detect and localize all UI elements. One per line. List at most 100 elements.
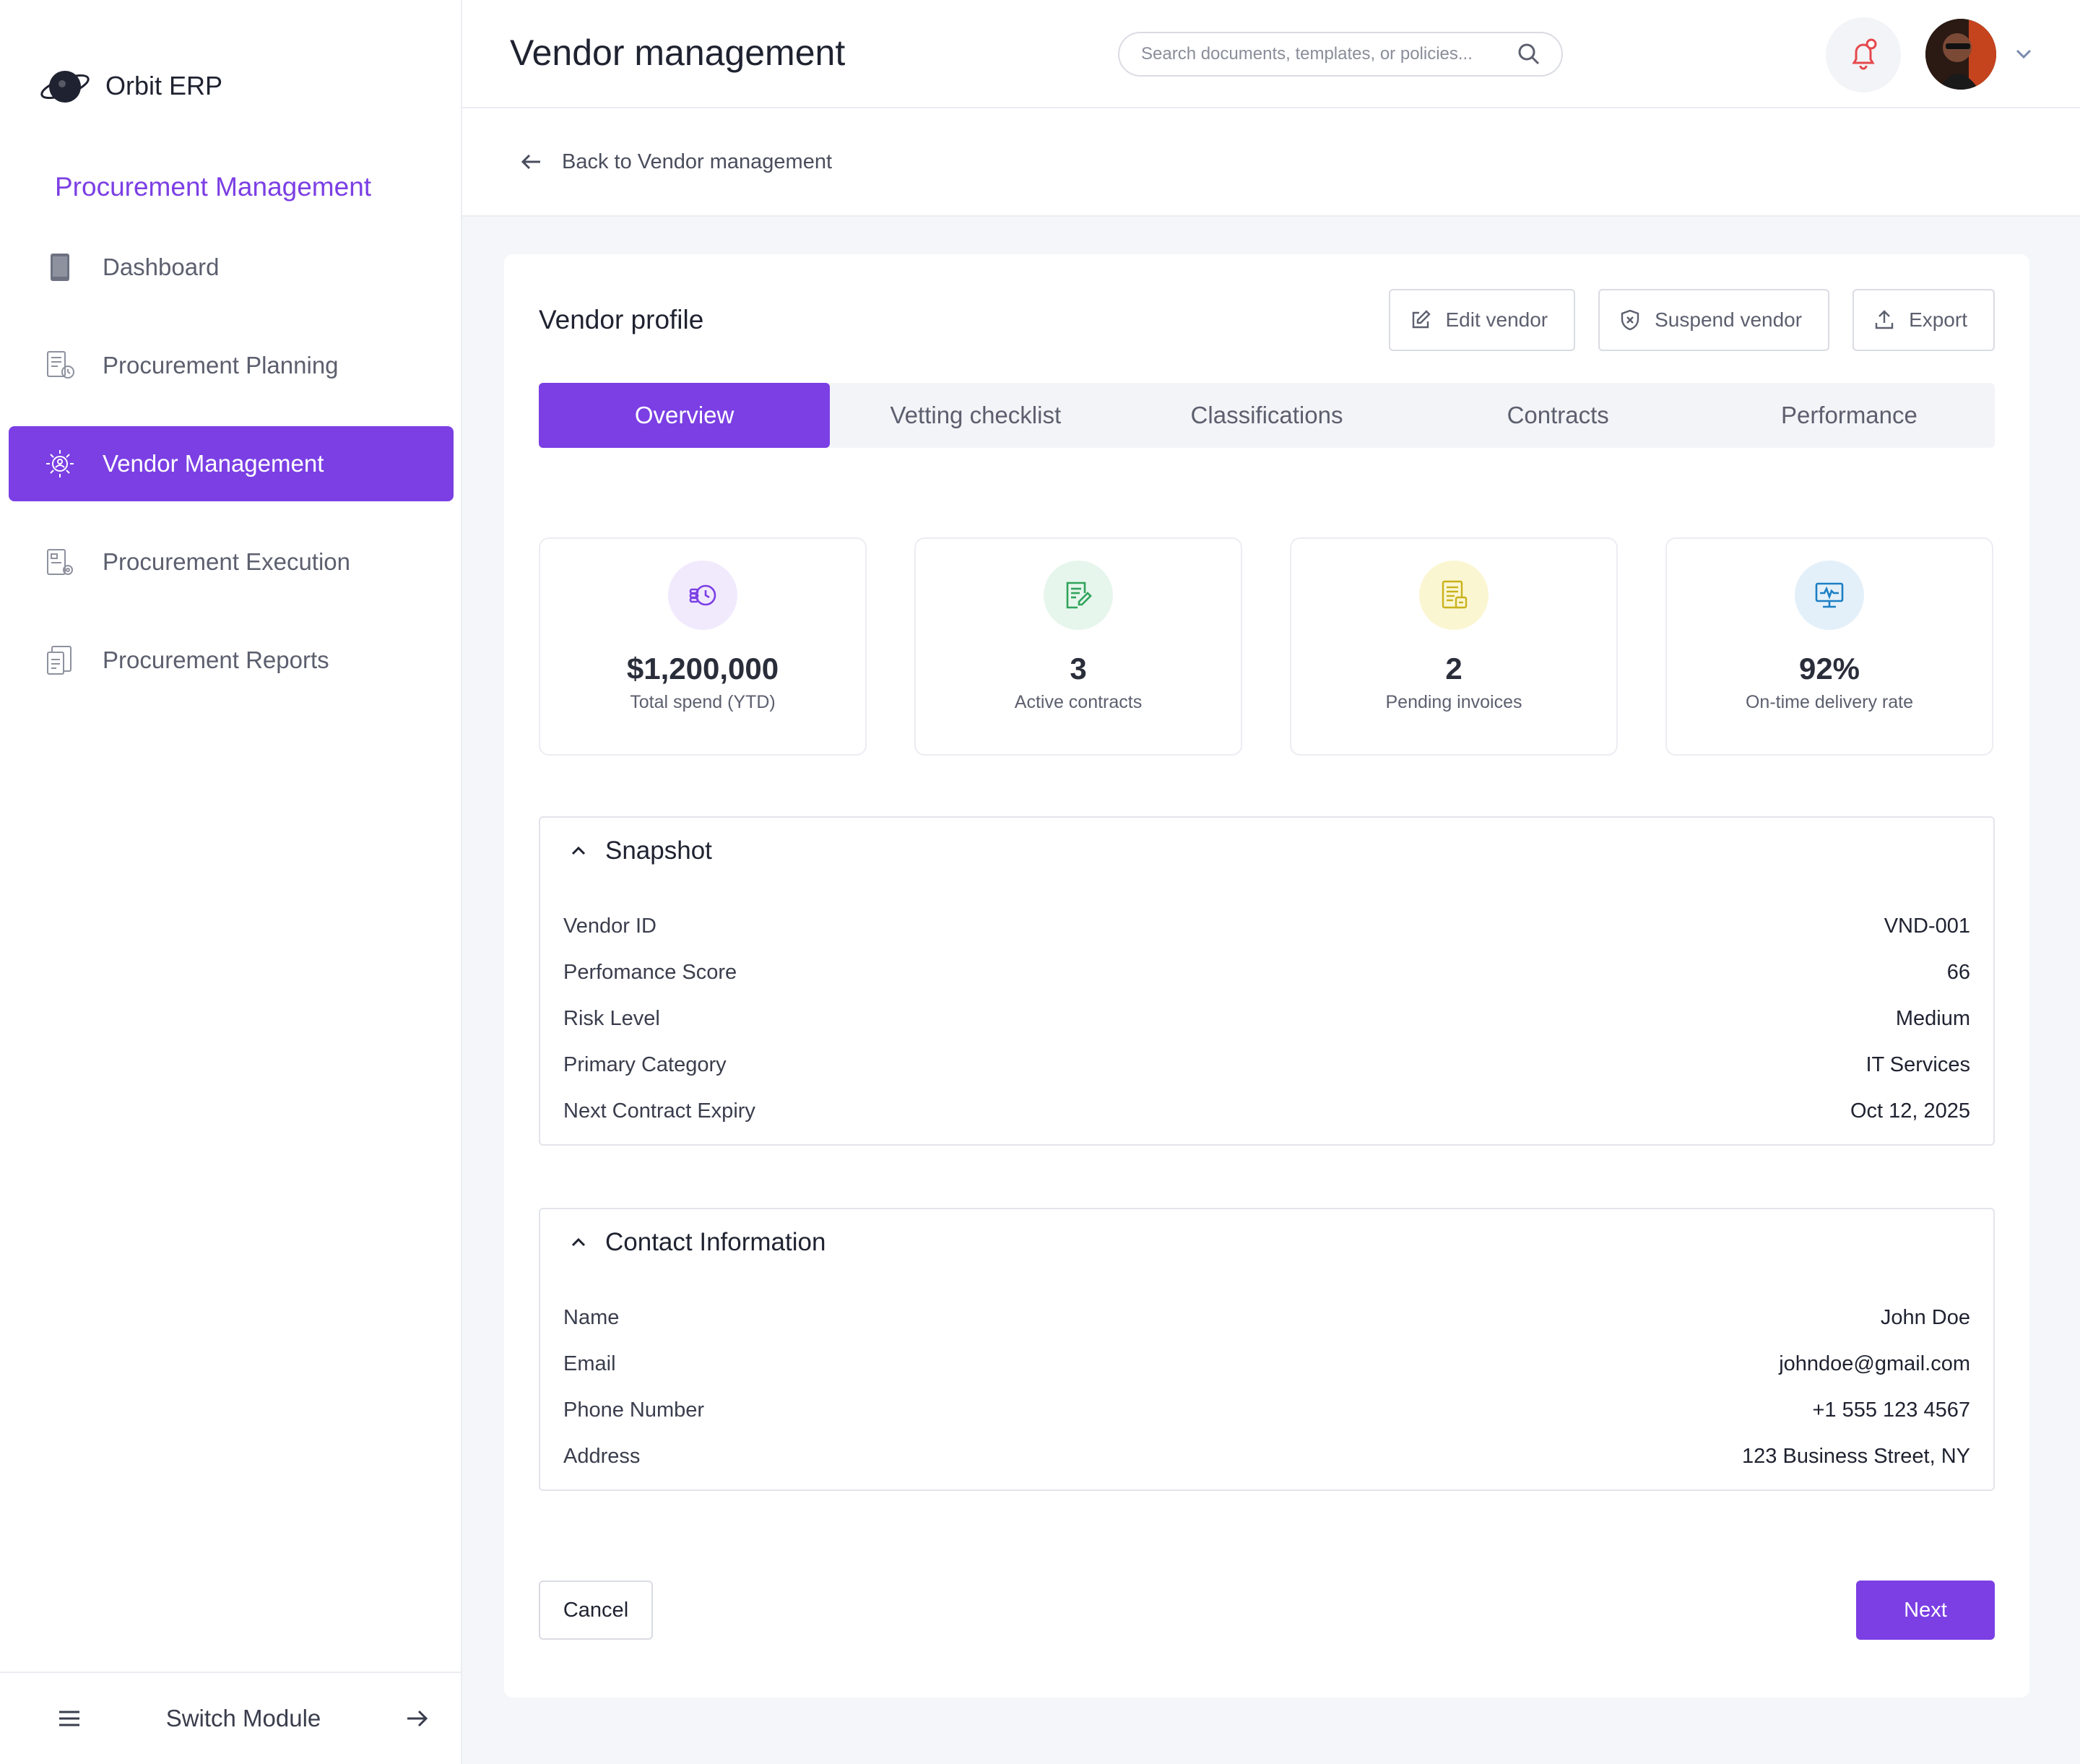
page-title: Vendor management <box>510 33 846 73</box>
menu-icon <box>59 1711 79 1726</box>
stat-icon-wrap <box>1795 561 1864 630</box>
sidebar-item-vendor-management[interactable]: Vendor Management <box>9 426 454 501</box>
sidebar-item-dashboard[interactable]: Dashboard <box>9 230 454 305</box>
tablet-icon <box>51 254 69 281</box>
list-item: Primary Category IT Services <box>563 1042 1970 1088</box>
suspend-vendor-button[interactable]: Suspend vendor <box>1598 289 1830 351</box>
stat-icon-wrap <box>1044 561 1113 630</box>
switch-module-button[interactable]: Switch Module <box>0 1672 461 1764</box>
export-label: Export <box>1909 308 1967 331</box>
sidebar-item-label: Procurement Execution <box>103 548 351 575</box>
stat-card-active-contracts: 3 Active contracts <box>914 537 1242 756</box>
vendor-icon <box>46 450 74 477</box>
field-label: Perfomance Score <box>563 960 737 984</box>
bell-icon <box>1852 38 1877 70</box>
tab-vetting-checklist[interactable]: Vetting checklist <box>830 383 1121 448</box>
sidebar-item-label: Vendor Management <box>103 450 324 477</box>
field-label: Vendor ID <box>563 914 656 938</box>
field-label: Phone Number <box>563 1398 705 1422</box>
brand[interactable]: Orbit ERP <box>39 64 222 108</box>
breadcrumb: Back to Vendor management <box>462 108 2080 217</box>
section-title: Snapshot <box>605 836 712 865</box>
edit-icon <box>1413 310 1431 329</box>
invoice-icon <box>1442 580 1468 609</box>
execution-icon <box>47 549 73 575</box>
stat-label: On-time delivery rate <box>1745 692 1914 712</box>
planet-logo-icon <box>40 71 90 103</box>
field-label: Address <box>563 1444 641 1468</box>
field-value: Oct 12, 2025 <box>1850 1099 1970 1123</box>
tab-classifications[interactable]: Classifications <box>1121 383 1412 448</box>
notifications-button[interactable] <box>1826 17 1901 92</box>
field-value: 123 Business Street, NY <box>1742 1444 1970 1468</box>
reports-icon <box>47 646 72 675</box>
planning-icon <box>47 351 74 379</box>
stat-value: 92% <box>1798 652 1860 686</box>
stat-card-total-spend: $1,200,000 Total spend (YTD) <box>539 537 867 756</box>
field-value: 66 <box>1946 960 1970 984</box>
contact-toggle[interactable]: Contact Information <box>568 1228 826 1257</box>
stats-row: $1,200,000 Total spend (YTD) 3 Active co… <box>539 537 1995 756</box>
list-item: Name John Doe <box>563 1294 1970 1341</box>
list-item: Next Contract Expiry Oct 12, 2025 <box>563 1088 1970 1134</box>
sidebar-item-procurement-reports[interactable]: Procurement Reports <box>9 623 454 698</box>
list-item: Email johndoe@gmail.com <box>563 1341 1970 1387</box>
stat-icon-wrap <box>1419 561 1488 630</box>
chevron-down-icon[interactable] <box>2011 40 2037 66</box>
card-title: Vendor profile <box>539 305 704 334</box>
sidebar-item-procurement-execution[interactable]: Procurement Execution <box>9 524 454 600</box>
arrow-right-icon <box>407 1710 428 1727</box>
search-input[interactable] <box>1140 43 1517 65</box>
chevron-up-icon <box>571 846 586 855</box>
field-value: +1 555 123 4567 <box>1812 1398 1970 1422</box>
field-value: VND-001 <box>1884 914 1970 938</box>
list-item: Perfomance Score 66 <box>563 949 1970 995</box>
contact-section: Contact Information Name John Doe Email … <box>539 1208 1995 1491</box>
avatar[interactable] <box>1925 19 1996 90</box>
sidebar-item-label: Dashboard <box>103 254 220 280</box>
delivery-monitor-icon <box>1815 582 1844 608</box>
sidebar-item-label: Procurement Reports <box>103 647 329 673</box>
export-button[interactable]: Export <box>1852 289 1995 351</box>
sidebar-nav: Dashboard Procurement Planning Vendor Ma… <box>9 230 454 721</box>
snapshot-section: Snapshot Vendor ID VND-001 Perfomance Sc… <box>539 816 1995 1146</box>
next-button[interactable]: Next <box>1856 1581 1995 1640</box>
stat-value: $1,200,000 <box>626 652 779 686</box>
cancel-button[interactable]: Cancel <box>539 1581 653 1640</box>
tab-overview[interactable]: Overview <box>539 383 831 448</box>
top-bar: Vendor management <box>462 0 2080 108</box>
profile-actions: Edit vendor Suspend vendor Export <box>1389 289 1995 351</box>
app-name: Orbit ERP <box>105 71 223 100</box>
spend-icon <box>689 584 716 606</box>
list-item: Risk Level Medium <box>563 995 1970 1042</box>
back-link[interactable]: Back to Vendor management <box>519 149 832 175</box>
field-value: IT Services <box>1866 1052 1970 1076</box>
sidebar: Orbit ERP Procurement Management Dashboa… <box>0 0 462 1764</box>
section-title: Contact Information <box>605 1228 826 1256</box>
edit-vendor-button[interactable]: Edit vendor <box>1389 289 1576 351</box>
field-label: Risk Level <box>563 1006 660 1030</box>
sidebar-item-procurement-planning[interactable]: Procurement Planning <box>9 328 454 403</box>
user-photo <box>1925 19 1996 90</box>
snapshot-toggle[interactable]: Snapshot <box>568 836 712 865</box>
list-item: Phone Number +1 555 123 4567 <box>563 1387 1970 1433</box>
list-item: Vendor ID VND-001 <box>563 903 1970 949</box>
contact-list: Name John Doe Email johndoe@gmail.com Ph… <box>563 1294 1970 1479</box>
stat-label: Total spend (YTD) <box>630 692 776 712</box>
search-icon[interactable] <box>1517 42 1541 66</box>
search-bar[interactable] <box>1118 32 1563 77</box>
switch-module-label: Switch Module <box>165 1705 321 1731</box>
contract-edit-icon <box>1066 581 1092 609</box>
stat-card-on-time-delivery: 92% On-time delivery rate <box>1665 537 1993 756</box>
field-label: Next Contract Expiry <box>563 1099 755 1123</box>
arrow-left-icon <box>521 154 540 170</box>
profile-tabs: Overview Vetting checklist Classificatio… <box>539 383 1995 448</box>
field-value: John Doe <box>1880 1305 1970 1329</box>
field-value: Medium <box>1895 1006 1970 1030</box>
chevron-up-icon <box>571 1237 586 1247</box>
field-label: Primary Category <box>563 1052 727 1076</box>
list-item: Address 123 Business Street, NY <box>563 1433 1970 1479</box>
stat-label: Pending invoices <box>1385 692 1522 712</box>
tab-performance[interactable]: Performance <box>1704 383 1995 448</box>
tab-contracts[interactable]: Contracts <box>1413 383 1704 448</box>
